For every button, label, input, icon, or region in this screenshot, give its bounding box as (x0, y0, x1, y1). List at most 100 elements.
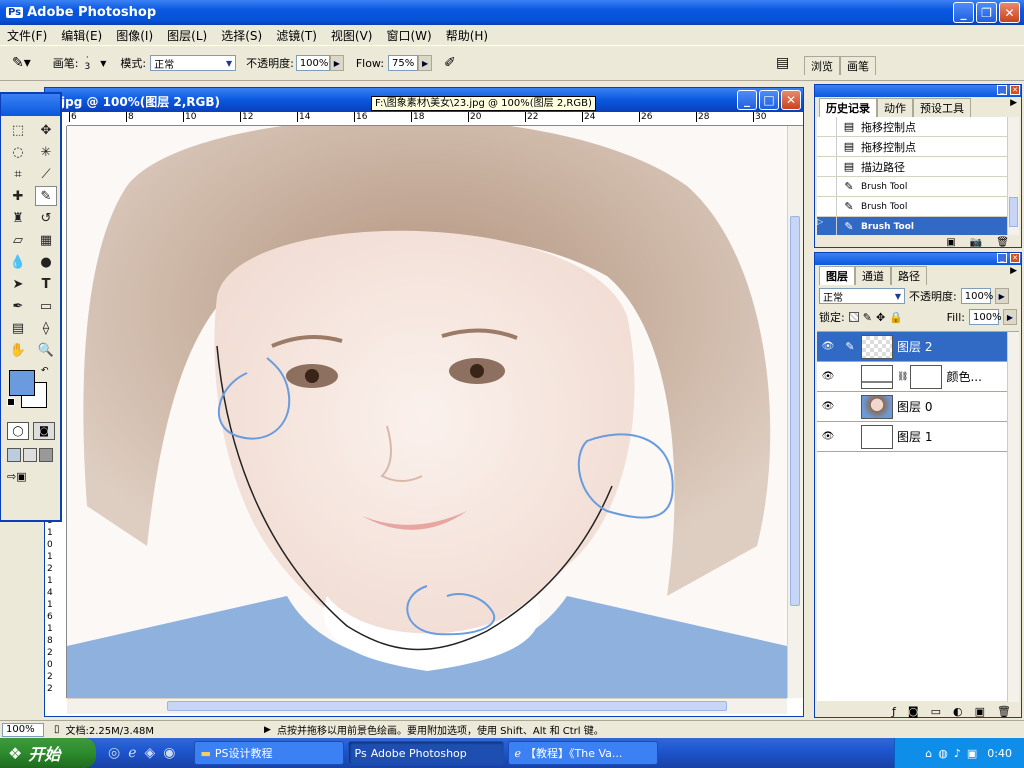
new-document-from-state-icon[interactable]: ▣ (946, 237, 955, 248)
zoom-level-input[interactable]: 100% (2, 722, 44, 737)
new-snapshot-icon[interactable]: 📷 (970, 237, 982, 248)
opacity-slider-button[interactable]: ▶ (329, 55, 344, 71)
slice-tool-icon[interactable]: ⟋ (35, 164, 57, 184)
standard-mode-button[interactable]: ◯ (7, 422, 29, 440)
status-arrow-icon[interactable]: ▶ (264, 725, 271, 735)
lock-image-icon[interactable]: ✎ (863, 311, 872, 324)
quicklaunch-ie2-icon[interactable]: ℯ (128, 745, 136, 761)
layer-row[interactable]: 👁 图层 1 (817, 422, 1019, 452)
quicklaunch-media-icon[interactable]: ◈ (145, 745, 156, 761)
foreground-color-swatch[interactable] (9, 370, 35, 396)
pen-tool-icon[interactable]: ✒ (7, 296, 29, 316)
layers-scrollbar[interactable] (1007, 332, 1019, 702)
eye-icon[interactable]: 👁 (817, 431, 839, 442)
doc-maximize-button[interactable]: □ (759, 90, 779, 110)
screen-mode-standard-button[interactable] (7, 448, 21, 462)
menu-layer[interactable]: 图层(L) (160, 27, 214, 44)
menu-filter[interactable]: 滤镜(T) (269, 27, 324, 44)
panel-menu-arrow-icon[interactable]: ▶ (1010, 98, 1017, 117)
layer-opacity-slider-button[interactable]: ▶ (994, 288, 1009, 304)
flow-slider-button[interactable]: ▶ (418, 55, 433, 71)
notes-tool-icon[interactable]: ▤ (7, 318, 29, 338)
globe-icon[interactable]: ◍ (938, 747, 948, 760)
layer-opacity-input[interactable]: 100% (960, 288, 993, 304)
doc-close-button[interactable]: ✕ (781, 90, 801, 110)
start-button[interactable]: ❖ 开始 (0, 738, 96, 768)
tab-tool-presets[interactable]: 预设工具 (913, 98, 971, 117)
gradient-tool-icon[interactable]: ▦ (35, 230, 57, 250)
vertical-scrollbar[interactable] (787, 126, 803, 698)
quicklaunch-app-icon[interactable]: ◉ (163, 745, 175, 761)
move-tool-icon[interactable]: ✥ (35, 120, 57, 140)
task-browser-tutorial[interactable]: ℯ 【教程】《The Va... (507, 741, 658, 765)
minimize-button[interactable]: _ (953, 2, 974, 23)
menu-window[interactable]: 窗口(W) (379, 27, 438, 44)
quick-mask-button[interactable]: ◙ (33, 422, 55, 440)
monitor-icon[interactable]: ▣ (967, 747, 977, 760)
tab-brushes[interactable]: 画笔 (840, 56, 876, 75)
screen-mode-full-menu-button[interactable] (23, 448, 37, 462)
delete-state-icon[interactable]: 🗑 (996, 237, 1009, 248)
menu-select[interactable]: 选择(S) (214, 27, 269, 44)
brush-size-picker[interactable]: · 3 (84, 54, 90, 72)
clone-stamp-tool-icon[interactable]: ♜ (7, 208, 29, 228)
panel-menu-arrow-icon[interactable]: ▶ (1010, 266, 1017, 285)
layer-style-icon[interactable]: ƒ (892, 705, 896, 718)
fill-slider-button[interactable]: ▶ (1003, 309, 1017, 325)
lock-all-icon[interactable]: 🔒 (889, 311, 903, 324)
task-photoshop[interactable]: Ps Adobe Photoshop (347, 741, 504, 765)
hand-tool-icon[interactable]: ✋ (7, 340, 29, 360)
network-icon[interactable]: ⌂ (925, 747, 932, 760)
tab-actions[interactable]: 动作 (877, 98, 913, 117)
flow-input[interactable]: 75% (388, 55, 419, 71)
layer-row[interactable]: 👁 ✎ 图层 2 (817, 332, 1019, 362)
jump-to-imageready-button[interactable]: ⇨▣ (7, 470, 51, 488)
add-mask-icon[interactable]: ◙ (908, 705, 919, 718)
task-folder-ps-tutorial[interactable]: ▬ PS设计教程 (193, 741, 344, 765)
new-layer-icon[interactable]: ▣ (975, 705, 985, 718)
tab-file-browser[interactable]: 浏览 (804, 56, 840, 75)
shape-tool-icon[interactable]: ▭ (35, 296, 57, 316)
restore-button[interactable]: ❐ (976, 2, 997, 23)
brush-tool-icon[interactable]: ✎ (35, 186, 57, 206)
default-colors-icon[interactable] (7, 398, 15, 406)
chevron-down-icon[interactable]: ▼ (100, 59, 106, 68)
healing-brush-tool-icon[interactable]: ✚ (7, 186, 29, 206)
blend-mode-select[interactable]: 正常 ▼ (819, 288, 905, 304)
lasso-tool-icon[interactable]: ◌ (7, 142, 29, 162)
crop-tool-icon[interactable]: ⌗ (7, 164, 29, 184)
tab-layers[interactable]: 图层 (819, 266, 855, 285)
blur-tool-icon[interactable]: 💧 (7, 252, 29, 272)
clock[interactable]: 0:40 (987, 747, 1012, 760)
history-item[interactable]: ✎ Brush Tool (817, 177, 1019, 197)
eye-icon[interactable]: 👁 (817, 371, 839, 382)
history-scrollbar[interactable] (1007, 117, 1019, 235)
swap-colors-icon[interactable]: ↶ (41, 366, 49, 376)
delete-layer-icon[interactable]: 🗑 (997, 705, 1011, 718)
lock-position-icon[interactable]: ✥ (876, 311, 885, 324)
brush-tool-preset-icon[interactable]: ✎▾ (12, 55, 31, 71)
history-item[interactable]: ▤ 拖移控制点 (817, 137, 1019, 157)
history-item[interactable]: ▤ 拖移控制点 (817, 117, 1019, 137)
new-adjustment-layer-icon[interactable]: ◐ (953, 705, 963, 718)
doc-minimize-button[interactable]: _ (737, 90, 757, 110)
path-selection-tool-icon[interactable]: ➤ (7, 274, 29, 294)
tab-history[interactable]: 历史记录 (819, 98, 877, 117)
tab-paths[interactable]: 路径 (891, 266, 927, 285)
eraser-tool-icon[interactable]: ▱ (7, 230, 29, 250)
quicklaunch-ie-icon[interactable]: ◎ (108, 745, 120, 761)
history-item[interactable]: ▷ ✎ Brush Tool (817, 217, 1019, 235)
history-item[interactable]: ▤ 描边路径 (817, 157, 1019, 177)
fill-input[interactable]: 100% (969, 309, 1002, 325)
menu-file[interactable]: 文件(F) (0, 27, 54, 44)
mode-select[interactable]: 正常 ▼ (150, 55, 237, 71)
history-panel-header[interactable]: _ ✕ (815, 85, 1021, 97)
new-set-icon[interactable]: ▭ (931, 705, 941, 718)
eye-icon[interactable]: 👁 (817, 341, 839, 352)
zoom-tool-icon[interactable]: 🔍 (35, 340, 57, 360)
layers-panel-header[interactable]: _ ✕ (815, 253, 1021, 265)
airbrush-icon[interactable]: ✐ (444, 55, 456, 71)
tab-channels[interactable]: 通道 (855, 266, 891, 285)
menu-edit[interactable]: 编辑(E) (54, 27, 109, 44)
volume-icon[interactable]: ♪ (954, 747, 961, 760)
